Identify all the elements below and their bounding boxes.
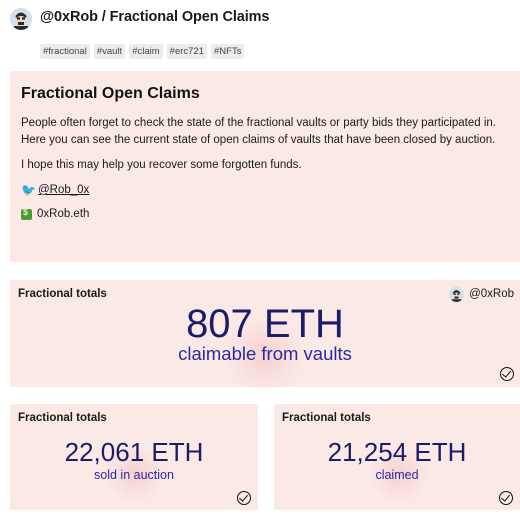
counter-value: 21,254 ETH <box>327 437 467 467</box>
author-label[interactable]: @0xRob <box>469 288 514 300</box>
check-circle-icon[interactable] <box>500 367 514 381</box>
ens-row: 0xRob.eth <box>21 207 90 220</box>
intro-line-1: People often forget to check the state o… <box>21 117 496 129</box>
bird-icon: 🐦 <box>21 183 36 197</box>
money-icon <box>21 207 32 220</box>
tag-list: #fractional #vault #claim #erc721 #NFTs <box>40 44 245 59</box>
intro-paragraph-2: I hope this may help you recover some fo… <box>21 159 302 171</box>
tag-erc721[interactable]: #erc721 <box>166 44 207 59</box>
tag-claim[interactable]: #claim <box>129 44 163 59</box>
check-circle-icon[interactable] <box>237 491 251 505</box>
intro-paragraph: People often forget to check the state o… <box>21 115 496 149</box>
twitter-link[interactable]: @Rob_0x <box>38 184 89 196</box>
counter-value: 22,061 ETH <box>64 437 204 467</box>
page-title: @0xRob / Fractional Open Claims <box>40 9 270 25</box>
counter-claimed: Fractional totals 21,254 ETH claimed <box>274 404 520 510</box>
intro-title: Fractional Open Claims <box>21 85 200 102</box>
counter-claimable: Fractional totals @0xRob 807 ETH claimab… <box>10 280 520 390</box>
counter-caption: claimed <box>375 468 419 482</box>
counter-value: 807 ETH <box>186 302 344 346</box>
intro-line-2: Here you can see the current state of op… <box>21 134 496 146</box>
counter-title: Fractional totals <box>282 412 371 424</box>
counter-title: Fractional totals <box>18 288 107 300</box>
tag-fractional[interactable]: #fractional <box>40 44 90 59</box>
tag-nfts[interactable]: #NFTs <box>211 44 245 59</box>
counter-caption: claimable from vaults <box>178 343 352 364</box>
counter-title: Fractional totals <box>18 412 107 424</box>
ens-name: 0xRob.eth <box>37 208 90 220</box>
counter-sold: Fractional totals 22,061 ETH sold in auc… <box>10 404 258 510</box>
tag-vault[interactable]: #vault <box>93 44 126 59</box>
intro-card: Fractional Open Claims People often forg… <box>10 71 520 262</box>
check-circle-icon[interactable] <box>499 491 513 505</box>
counter-caption: sold in auction <box>94 468 174 482</box>
twitter-row: 🐦 @Rob_0x <box>21 183 89 197</box>
author-avatar[interactable] <box>449 287 464 302</box>
avatar[interactable] <box>10 8 32 30</box>
